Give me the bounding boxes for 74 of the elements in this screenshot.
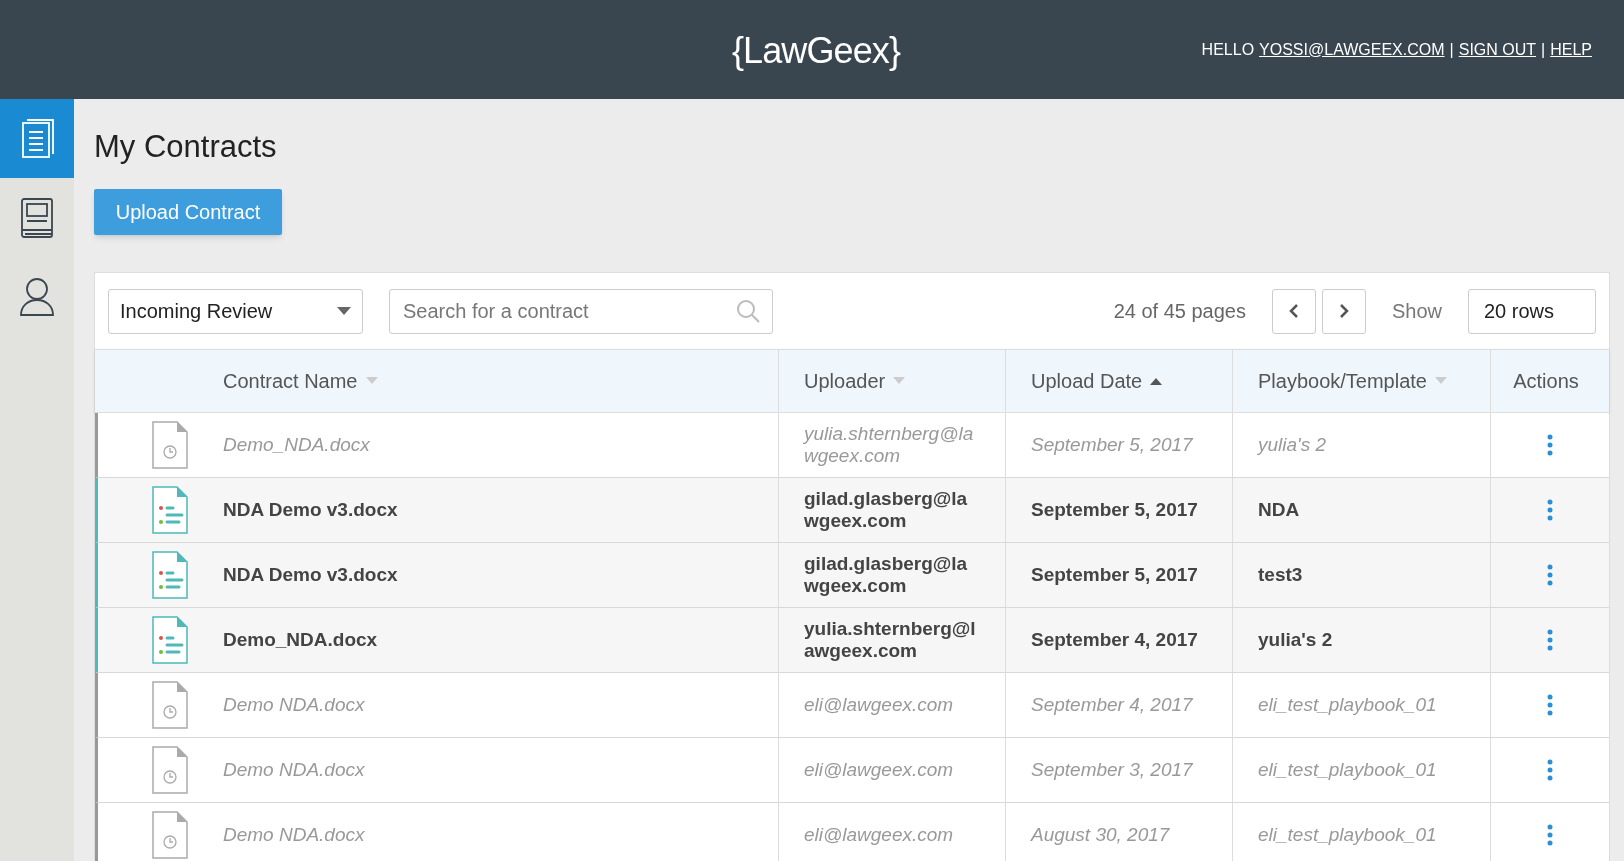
more-vertical-icon <box>1547 824 1553 846</box>
table-cell-text: September 4, 2017 <box>1031 627 1198 652</box>
more-vertical-icon <box>1547 694 1553 716</box>
table-cell-text: NDA Demo v3.docx <box>223 497 398 522</box>
more-vertical-icon <box>1547 499 1553 521</box>
chevron-left-icon <box>1288 303 1299 319</box>
next-page-button[interactable] <box>1321 288 1366 334</box>
contract-row[interactable]: Demo_NDA.docx yulia.shternberg@lawgeex.com September 4, 2017 yulia's 2 <box>95 608 1609 673</box>
table-cell-text: Demo_NDA.docx <box>223 432 370 457</box>
separator: | <box>1541 39 1546 60</box>
book-icon <box>20 196 54 239</box>
contract-row[interactable]: NDA Demo v3.docx gilad.glasberg@lawgeex.com September 5, 2017 NDA <box>95 478 1609 543</box>
table-cell: eli@lawgeex.com <box>804 759 954 781</box>
document-clock-icon <box>151 681 188 729</box>
user-email-link[interactable]: YOSSI@LAWGEEX.COM <box>1259 37 1445 62</box>
document-clock-icon <box>151 811 188 859</box>
table-cell-text: Demo_NDA.docx <box>223 627 378 652</box>
document-list-icon <box>151 486 188 534</box>
greeting-text: HELLO <box>1201 39 1255 60</box>
table-cell-text: test3 <box>1258 562 1303 587</box>
table-cell: eli@lawgeex.com <box>804 694 954 716</box>
document-clock-icon <box>151 746 188 794</box>
page-title: My Contracts <box>94 131 278 162</box>
table-cell-text: yulia's 2 <box>1258 432 1327 457</box>
help-link[interactable]: HELP <box>1550 37 1592 62</box>
logo: {LawGeex} <box>732 29 901 73</box>
table-cell-text: August 30, 2017 <box>1031 822 1170 847</box>
table-cell-text: September 3, 2017 <box>1031 757 1193 782</box>
table-cell: eli@lawgeex.com <box>804 824 954 846</box>
table-cell-text: NDA <box>1258 497 1300 522</box>
table-cell-text: Demo NDA.docx <box>223 822 365 847</box>
table-cell-text: September 5, 2017 <box>1031 562 1198 587</box>
sort-up-icon[interactable] <box>1150 377 1163 385</box>
table-cell-text: eli_test_playbook_01 <box>1258 822 1437 847</box>
column-header[interactable]: Actions <box>1513 366 1579 396</box>
column-header[interactable]: Upload Date <box>1031 366 1143 396</box>
chevron-right-icon <box>1338 303 1349 319</box>
search-field[interactable]: Search for a contract <box>389 288 773 334</box>
table-cell-text: Demo NDA.docx <box>223 692 365 717</box>
documents-icon <box>19 117 55 160</box>
document-list-icon <box>151 551 188 599</box>
table-cell-text: Demo NDA.docx <box>223 757 365 782</box>
show-label: Show <box>1391 299 1442 324</box>
rows-per-page-select[interactable]: 20 rows <box>1468 288 1596 334</box>
document-list-icon <box>151 616 188 664</box>
search-icon <box>736 298 760 323</box>
filter-dropdown[interactable]: Incoming Review <box>108 288 363 334</box>
document-clock-icon <box>151 421 188 469</box>
previous-page-button[interactable] <box>1271 288 1316 334</box>
table-cell-text: eli_test_playbook_01 <box>1258 692 1437 717</box>
more-vertical-icon <box>1547 564 1553 586</box>
separator: | <box>1449 39 1454 60</box>
table-cell-text: September 5, 2017 <box>1031 432 1193 457</box>
column-header[interactable]: Uploader <box>804 366 886 396</box>
table-cell-text: NDA Demo v3.docx <box>223 562 398 587</box>
more-vertical-icon <box>1547 759 1553 781</box>
more-vertical-icon <box>1547 629 1553 651</box>
page-count-text: 24 of 45 pages <box>1113 299 1246 324</box>
table-cell-text: September 4, 2017 <box>1031 692 1193 717</box>
user-icon <box>19 276 55 317</box>
table-cell-text: yulia.shternberg@lawgeex.com <box>804 423 975 467</box>
table-cell-text: yulia.shternberg@lawgeex.com <box>804 618 977 662</box>
table-cell-text: eli_test_playbook_01 <box>1258 757 1437 782</box>
contract-row[interactable]: NDA Demo v3.docx gilad.glasberg@lawgeex.com September 5, 2017 test3 <box>95 543 1609 608</box>
table-cell-text: September 5, 2017 <box>1031 497 1198 522</box>
more-vertical-icon <box>1547 434 1553 456</box>
column-header[interactable]: Contract Name <box>223 366 358 396</box>
table-cell-text: gilad.glasberg@lawgeex.com <box>804 553 969 597</box>
table-cell-text: yulia's 2 <box>1258 627 1333 652</box>
table-cell-text: gilad.glasberg@lawgeex.com <box>804 488 969 532</box>
caret-down-icon <box>337 307 351 315</box>
column-header[interactable]: Playbook/Template <box>1258 366 1427 396</box>
sign-out-link[interactable]: SIGN OUT <box>1458 37 1537 62</box>
sidebar-item[interactable] <box>0 99 74 178</box>
